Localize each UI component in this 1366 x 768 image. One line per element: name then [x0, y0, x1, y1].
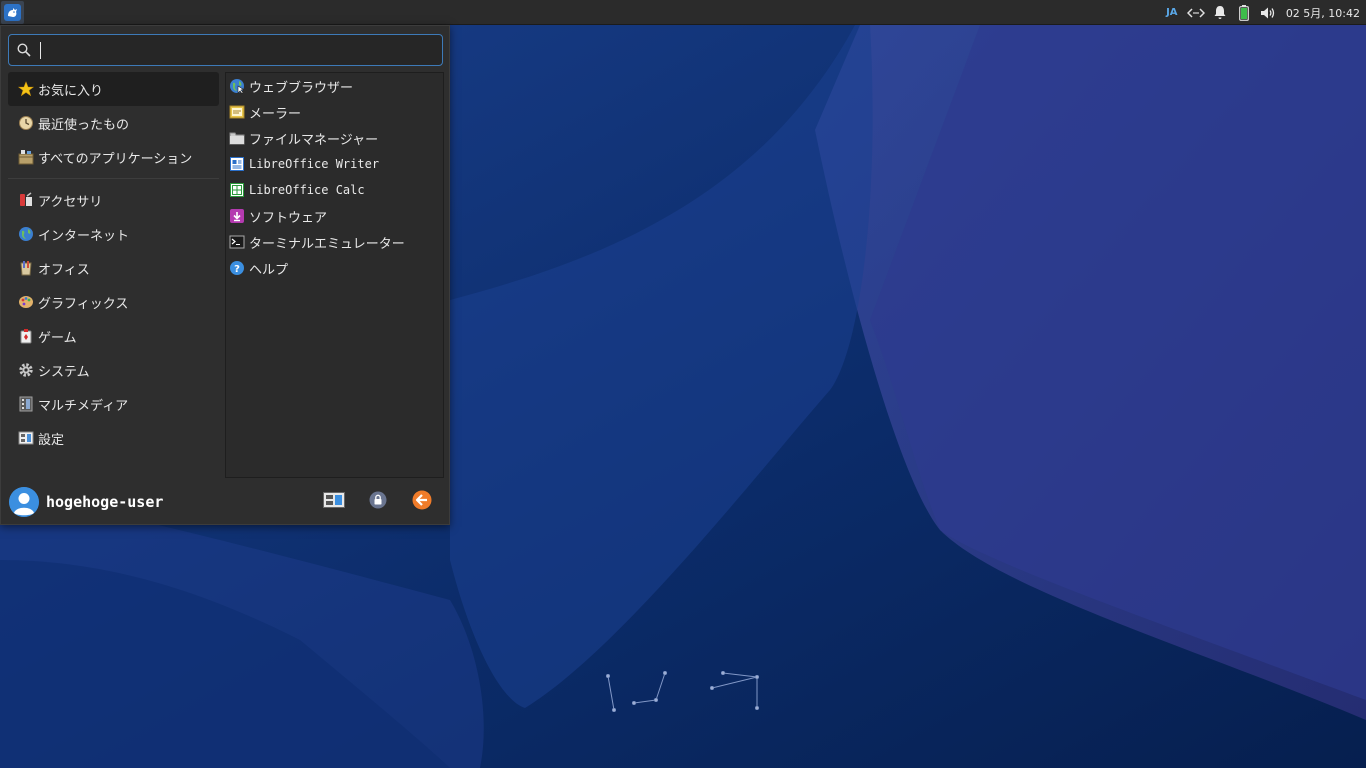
internet-icon: [18, 226, 34, 242]
volume-icon[interactable]: [1256, 0, 1280, 25]
app-mail[interactable]: メーラー: [226, 99, 443, 125]
whisker-menu-button[interactable]: [1, 1, 24, 24]
svg-text:?: ?: [234, 264, 240, 275]
category-settings[interactable]: 設定: [8, 421, 219, 455]
app-terminal-emulator[interactable]: ターミナルエミュレーター: [226, 229, 443, 255]
logout-button[interactable]: [409, 490, 435, 514]
search-input[interactable]: [41, 36, 442, 64]
office-icon: [18, 260, 34, 276]
bell-icon[interactable]: [1208, 0, 1232, 25]
category-all-applications[interactable]: すべてのアプリケーション: [8, 140, 219, 174]
settings-icon: [18, 430, 34, 446]
help-icon: ?: [229, 260, 245, 276]
accessories-icon: [18, 192, 34, 208]
folder-icon: [229, 130, 245, 146]
category-recent[interactable]: 最近使ったもの: [8, 106, 219, 140]
search-icon: [9, 43, 39, 57]
web-browser-icon: [229, 78, 245, 94]
app-label: ターミナルエミュレーター: [249, 236, 405, 252]
category-favorites[interactable]: お気に入り: [8, 72, 219, 106]
app-software[interactable]: ソフトウェア: [226, 203, 443, 229]
category-multimedia[interactable]: マルチメディア: [8, 387, 219, 421]
category-label: グラフィックス: [38, 296, 129, 312]
settings-manager-button[interactable]: [321, 490, 347, 514]
graphics-icon: [18, 294, 34, 310]
network-icon[interactable]: [1184, 0, 1208, 25]
category-system[interactable]: システム: [8, 353, 219, 387]
app-label: メーラー: [249, 106, 302, 122]
category-label: インターネット: [38, 228, 130, 244]
category-label: アクセサリ: [38, 194, 103, 210]
recent-icon: [18, 115, 34, 131]
category-label: すべてのアプリケーション: [38, 151, 193, 167]
category-label: ゲーム: [38, 330, 77, 346]
whisker-menu-icon: [4, 4, 21, 21]
all-apps-icon: [18, 149, 34, 165]
software-icon: [229, 208, 245, 224]
app-label: ヘルプ: [249, 262, 289, 278]
lock-screen-button[interactable]: [365, 490, 391, 514]
settings-manager-icon: [323, 492, 345, 512]
mail-icon: [229, 104, 245, 120]
category-separator: [8, 178, 219, 179]
calc-icon: [229, 182, 245, 198]
user-avatar[interactable]: [9, 487, 39, 517]
app-label: ソフトウェア: [249, 210, 328, 226]
favorites-app-list: ウェブブラウザー メーラー ファイルマネージャー LibreOffice Wri…: [225, 72, 444, 478]
keyboard-layout-indicator[interactable]: JA: [1160, 0, 1184, 25]
star-icon: [18, 81, 34, 97]
lock-icon: [369, 491, 387, 513]
top-panel: JA 02 5月, 10:42: [0, 0, 1366, 25]
application-menu: お気に入り 最近使ったもの すべてのアプリケーション アクセサリ インターネット…: [0, 25, 450, 525]
user-name: hogehoge-user: [46, 493, 164, 511]
search-box[interactable]: [8, 34, 443, 66]
category-office[interactable]: オフィス: [8, 251, 219, 285]
multimedia-icon: [18, 396, 34, 412]
app-label: LibreOffice Calc: [249, 183, 365, 197]
logout-icon: [412, 490, 432, 514]
game-icon: [18, 328, 34, 344]
clock[interactable]: 02 5月, 10:42: [1280, 0, 1360, 25]
category-list: お気に入り 最近使ったもの すべてのアプリケーション アクセサリ インターネット…: [8, 72, 219, 455]
system-tray: JA 02 5月, 10:42: [1160, 0, 1366, 25]
app-web-browser[interactable]: ウェブブラウザー: [226, 73, 443, 99]
app-file-manager[interactable]: ファイルマネージャー: [226, 125, 443, 151]
category-label: システム: [38, 364, 90, 380]
app-help[interactable]: ? ヘルプ: [226, 255, 443, 281]
category-label: 最近使ったもの: [38, 117, 130, 133]
app-libreoffice-calc[interactable]: LibreOffice Calc: [226, 177, 443, 203]
app-libreoffice-writer[interactable]: LibreOffice Writer: [226, 151, 443, 177]
category-accessories[interactable]: アクセサリ: [8, 183, 219, 217]
writer-icon: [229, 156, 245, 172]
category-games[interactable]: ゲーム: [8, 319, 219, 353]
category-label: 設定: [38, 432, 65, 448]
category-label: お気に入り: [38, 83, 104, 99]
category-label: マルチメディア: [38, 398, 129, 414]
app-label: ファイルマネージャー: [249, 132, 379, 148]
app-label: ウェブブラウザー: [249, 80, 354, 96]
battery-icon[interactable]: [1232, 0, 1256, 25]
category-graphics[interactable]: グラフィックス: [8, 285, 219, 319]
category-label: オフィス: [38, 262, 90, 278]
terminal-icon: [229, 234, 245, 250]
category-internet[interactable]: インターネット: [8, 217, 219, 251]
app-label: LibreOffice Writer: [249, 157, 380, 171]
system-gear-icon: [18, 362, 34, 378]
menu-footer: hogehoge-user: [1, 482, 449, 524]
